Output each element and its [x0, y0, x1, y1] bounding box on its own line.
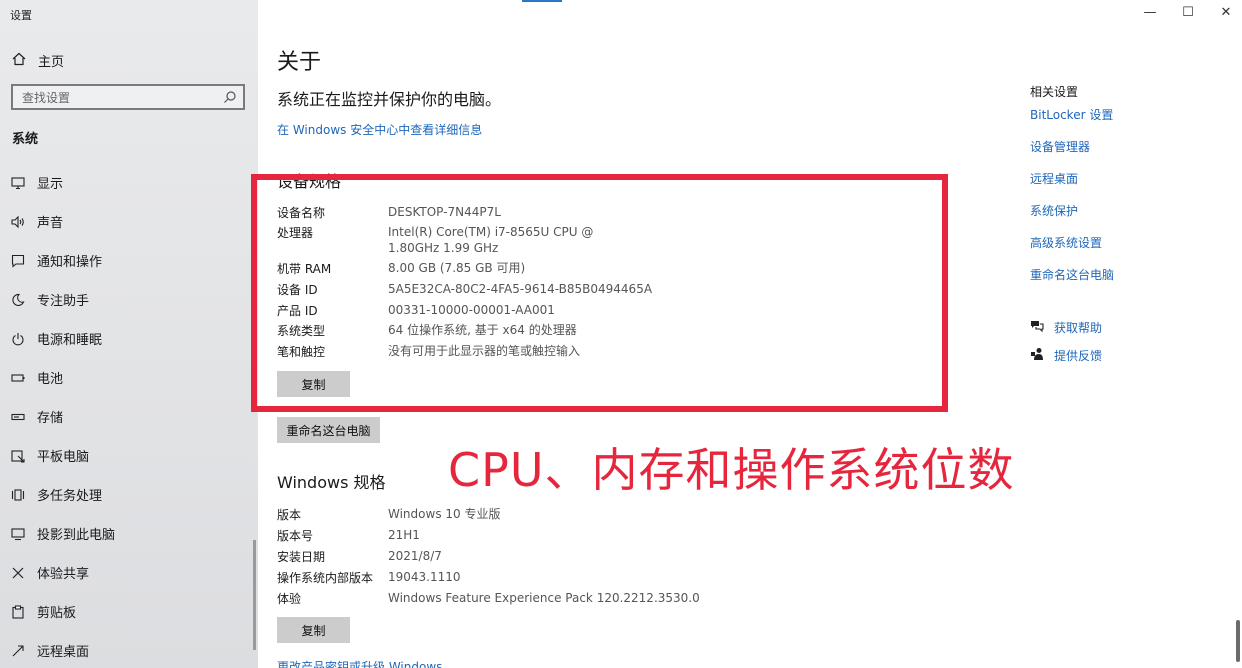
storage-icon — [11, 410, 25, 424]
share-icon — [11, 566, 25, 580]
sidebar-item-project[interactable]: 投影到此电脑 — [0, 514, 258, 553]
spec-value: 21H1 — [388, 528, 420, 542]
window-controls: — ☐ ✕ — [1144, 4, 1232, 20]
annotation-text: CPU、内存和操作系统位数 — [448, 443, 1015, 497]
window-title: 设置 — [10, 9, 32, 22]
sidebar-item-tablet[interactable]: 平板电脑 — [0, 436, 258, 475]
sidebar-item-label: 投影到此电脑 — [37, 528, 116, 543]
windows-specs-heading: Windows 规格 — [277, 473, 386, 492]
spec-value: 2021/8/7 — [388, 549, 442, 563]
spec-key: 版本号 — [277, 529, 314, 543]
sidebar: 设置 主页 查找设置 系统 显示 声音 通知和操作 专注助手 电源和睡眠 电池 … — [0, 0, 258, 668]
sidebar-item-notifications[interactable]: 通知和操作 — [0, 241, 258, 280]
advanced-system-settings-link[interactable]: 高级系统设置 — [1030, 234, 1114, 251]
battery-icon — [11, 371, 25, 385]
feedback-icon — [1030, 346, 1044, 365]
highlight-box — [251, 174, 948, 412]
notification-icon — [11, 254, 25, 268]
help-chat-icon — [1030, 318, 1044, 337]
sidebar-scrollbar[interactable] — [253, 540, 256, 650]
sidebar-item-clipboard[interactable]: 剪贴板 — [0, 592, 258, 631]
sidebar-item-display[interactable]: 显示 — [0, 163, 258, 202]
sidebar-item-label: 显示 — [37, 177, 64, 192]
remote-desktop-link[interactable]: 远程桌面 — [1030, 170, 1114, 187]
help-section: 获取帮助 提供反馈 — [1030, 318, 1102, 374]
page-title: 关于 — [277, 50, 322, 75]
remote-icon — [11, 644, 25, 658]
power-icon — [11, 332, 25, 346]
upgrade-windows-link[interactable]: 更改产品密钥或升级 Windows — [277, 658, 442, 668]
sidebar-item-label: 通知和操作 — [37, 255, 103, 270]
close-button[interactable]: ✕ — [1220, 4, 1232, 20]
related-settings: 相关设置 BitLocker 设置 设备管理器 远程桌面 系统保护 高级系统设置… — [1030, 83, 1114, 298]
bitlocker-link[interactable]: BitLocker 设置 — [1030, 106, 1114, 123]
main-scrollbar[interactable] — [1236, 620, 1240, 662]
sidebar-item-battery[interactable]: 电池 — [0, 358, 258, 397]
get-help-link[interactable]: 获取帮助 — [1054, 319, 1102, 336]
spec-key: 版本 — [277, 508, 302, 522]
sidebar-item-multitasking[interactable]: 多任务处理 — [0, 475, 258, 514]
monitor-icon — [11, 176, 25, 190]
home-nav-item[interactable]: 主页 — [12, 51, 64, 70]
device-manager-link[interactable]: 设备管理器 — [1030, 138, 1114, 155]
search-input[interactable]: 查找设置 — [11, 84, 245, 110]
minimize-button[interactable]: — — [1144, 4, 1157, 20]
rename-pc-link[interactable]: 重命名这台电脑 — [1030, 266, 1114, 283]
feedback-link[interactable]: 提供反馈 — [1054, 347, 1102, 364]
multitask-icon — [11, 488, 25, 502]
sidebar-item-power-sleep[interactable]: 电源和睡眠 — [0, 319, 258, 358]
section-label: 系统 — [12, 132, 39, 147]
project-icon — [11, 527, 25, 541]
system-protection-link[interactable]: 系统保护 — [1030, 202, 1114, 219]
speaker-icon — [11, 215, 25, 229]
sidebar-item-label: 多任务处理 — [37, 489, 103, 504]
search-placeholder: 查找设置 — [22, 90, 71, 105]
spec-value: Windows Feature Experience Pack 120.2212… — [388, 591, 700, 605]
sidebar-item-label: 专注助手 — [37, 294, 90, 309]
spec-key: 操作系统内部版本 — [277, 571, 374, 585]
spec-key: 体验 — [277, 592, 302, 606]
spec-key: 安装日期 — [277, 550, 326, 564]
maximize-button[interactable]: ☐ — [1182, 4, 1194, 20]
spec-row: 体验 Windows Feature Experience Pack 120.2… — [277, 590, 788, 607]
spec-value: Windows 10 专业版 — [388, 507, 501, 521]
sidebar-item-shared-experiences[interactable]: 体验共享 — [0, 553, 258, 592]
spec-row: 版本号 21H1 — [277, 527, 638, 544]
sidebar-item-label: 存储 — [37, 411, 64, 426]
copy-windows-specs-button[interactable]: 复制 — [277, 617, 350, 643]
sidebar-item-sound[interactable]: 声音 — [0, 202, 258, 241]
protection-status: 系统正在监控并保护你的电脑。 — [277, 90, 502, 109]
get-help-item[interactable]: 获取帮助 — [1030, 318, 1102, 337]
sidebar-item-label: 声音 — [37, 216, 64, 231]
tablet-icon — [11, 449, 25, 463]
moon-icon — [11, 293, 25, 307]
sidebar-item-focus-assist[interactable]: 专注助手 — [0, 280, 258, 319]
main-content: — ☐ ✕ 关于 系统正在监控并保护你的电脑。 在 Windows 安全中心中查… — [251, 0, 1242, 668]
sidebar-nav: 显示 声音 通知和操作 专注助手 电源和睡眠 电池 存储 平板电脑 多任务处理 … — [0, 163, 258, 668]
spec-row: 操作系统内部版本 19043.1110 — [277, 569, 638, 586]
spec-row: 安装日期 2021/8/7 — [277, 548, 638, 565]
search-icon — [223, 89, 237, 108]
sidebar-item-label: 电源和睡眠 — [37, 333, 103, 348]
clipboard-icon — [11, 604, 25, 619]
security-center-link[interactable]: 在 Windows 安全中心中查看详细信息 — [277, 121, 482, 138]
spec-value: 19043.1110 — [388, 570, 461, 584]
sidebar-item-remote-desktop[interactable]: 远程桌面 — [0, 631, 258, 668]
home-icon — [12, 52, 26, 70]
sidebar-item-storage[interactable]: 存储 — [0, 397, 258, 436]
sidebar-item-label: 电池 — [37, 372, 64, 387]
sidebar-item-label: 体验共享 — [37, 567, 90, 582]
sidebar-item-label: 远程桌面 — [37, 645, 90, 660]
rename-pc-button[interactable]: 重命名这台电脑 — [277, 417, 380, 443]
top-accent-indicator — [522, 0, 562, 2]
home-label: 主页 — [38, 55, 65, 70]
sidebar-item-label: 平板电脑 — [37, 450, 90, 465]
spec-row: 版本 Windows 10 专业版 — [277, 506, 638, 523]
related-settings-title: 相关设置 — [1030, 85, 1079, 99]
feedback-item[interactable]: 提供反馈 — [1030, 346, 1102, 365]
sidebar-item-label: 剪贴板 — [37, 606, 77, 621]
